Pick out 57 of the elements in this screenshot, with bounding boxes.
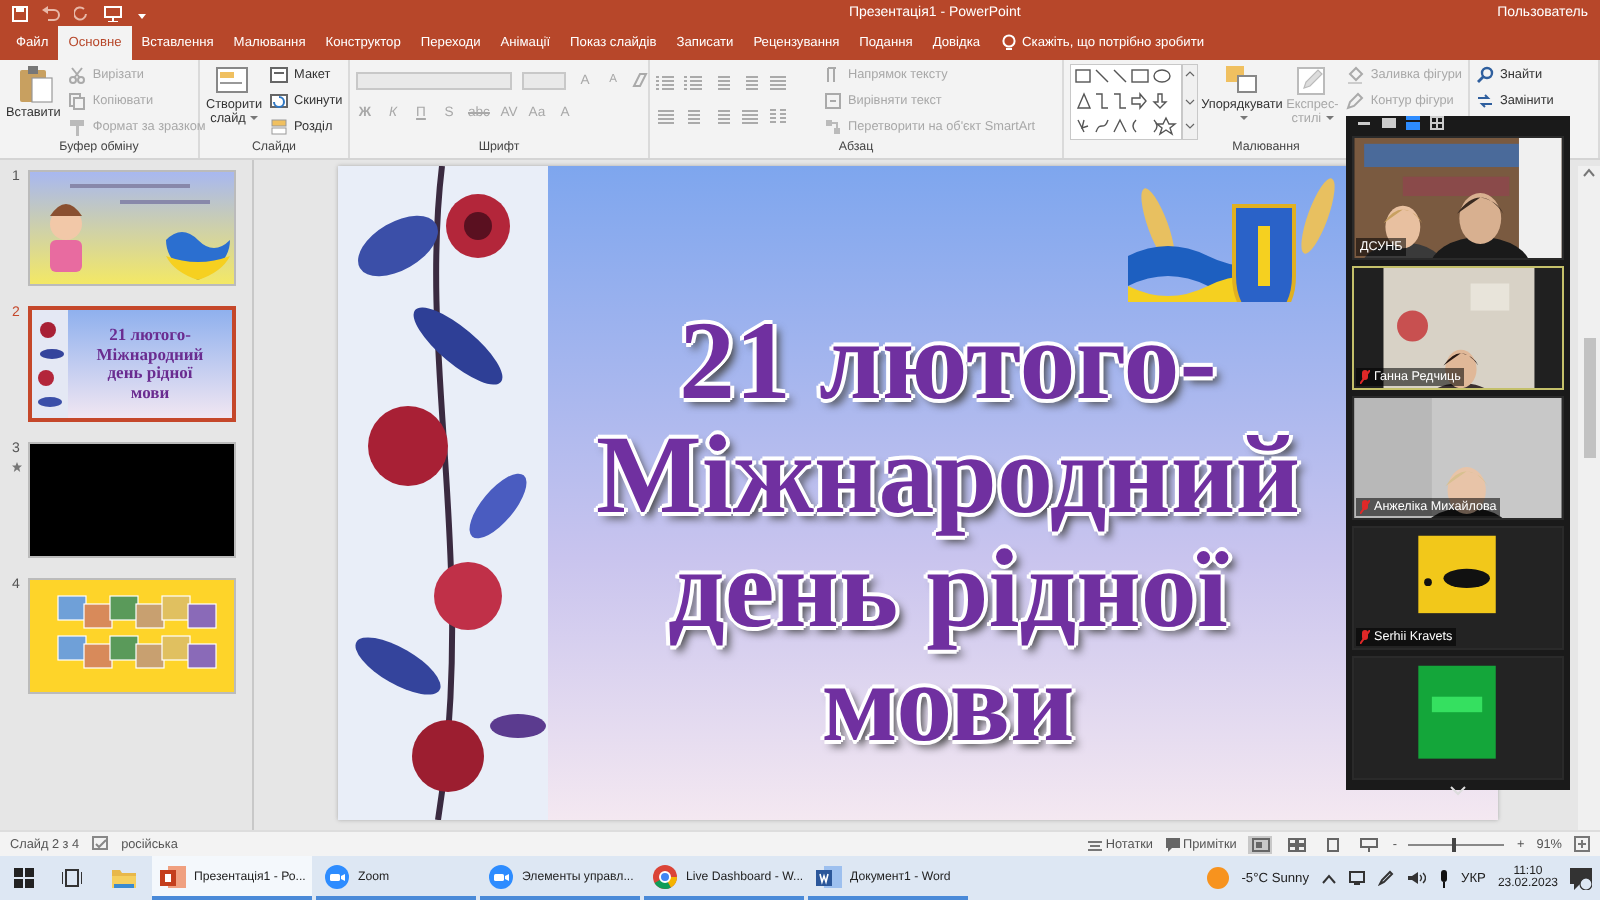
chrome-icon: [652, 863, 678, 889]
notification-icon[interactable]: [1570, 867, 1592, 889]
comment-icon: [1165, 837, 1179, 851]
fit-slide-icon[interactable]: [1574, 836, 1590, 852]
zoom-icon: [488, 863, 514, 889]
powerpoint-icon: [160, 863, 186, 889]
scissors-icon: [68, 66, 87, 84]
brush-icon: [68, 118, 87, 136]
slide-thumbnail[interactable]: 21 лютого- Міжнародний день рідної мови: [28, 306, 236, 422]
smartart-icon: [824, 118, 842, 136]
lightbulb-icon: [1002, 34, 1017, 52]
slider-thumb[interactable]: [1452, 837, 1457, 851]
reading-view-icon: [1323, 837, 1342, 851]
view-button[interactable]: [1356, 835, 1381, 853]
microphone-icon[interactable]: [1437, 869, 1450, 887]
slideshow-icon: [1359, 837, 1378, 851]
search-icon: [1476, 66, 1494, 84]
layout-icon: [270, 66, 289, 84]
shape-gallery[interactable]: [1070, 64, 1198, 140]
slide-thumbnail[interactable]: [28, 442, 236, 558]
folder-icon[interactable]: [112, 868, 136, 888]
scroll-up-icon[interactable]: [1582, 166, 1596, 178]
minimize-icon[interactable]: [1358, 116, 1372, 130]
save-icon[interactable]: [12, 5, 28, 21]
redo-icon[interactable]: [74, 5, 90, 21]
align-text-icon: [824, 92, 842, 110]
view-button[interactable]: [1284, 835, 1309, 853]
vertical-scrollbar[interactable]: [1578, 166, 1600, 830]
presentation-icon[interactable]: [104, 5, 122, 21]
speaker-view-icon[interactable]: [1406, 116, 1420, 130]
undo-icon[interactable]: [42, 5, 60, 21]
zoom-icon: [324, 863, 350, 889]
copy-icon: [68, 92, 87, 110]
section-icon: [270, 118, 289, 136]
normal-view-icon: [1251, 837, 1270, 851]
reset-icon: [270, 92, 289, 110]
network-icon[interactable]: [1347, 870, 1366, 886]
slide-sorter-icon: [1287, 837, 1306, 851]
word-icon: [816, 863, 842, 889]
speaker-icon[interactable]: [1405, 870, 1426, 886]
window-icon[interactable]: [1382, 116, 1396, 130]
grid-view-icon[interactable]: [1430, 116, 1444, 130]
notes-icon: [1087, 837, 1102, 851]
task-view-icon[interactable]: [62, 868, 82, 888]
paint-bucket-icon: [1346, 66, 1365, 84]
chevron-up-icon[interactable]: [1321, 873, 1336, 883]
pen-icon[interactable]: [1377, 870, 1394, 886]
pen-icon: [1346, 92, 1365, 110]
sun-icon: [1205, 866, 1230, 890]
windows-start-icon[interactable]: [14, 868, 34, 888]
slide-title: 21 лютого- Міжнародний день рідної мови: [594, 306, 1302, 762]
view-button[interactable]: [1248, 835, 1273, 853]
text-direction-icon: [824, 66, 842, 84]
spell-check-icon[interactable]: [91, 836, 110, 852]
thumbnail-title: 21 лютого- Міжнародний день рідної мови: [68, 310, 232, 418]
chevron-down-icon[interactable]: [1450, 786, 1466, 796]
replace-icon: [1476, 92, 1494, 110]
